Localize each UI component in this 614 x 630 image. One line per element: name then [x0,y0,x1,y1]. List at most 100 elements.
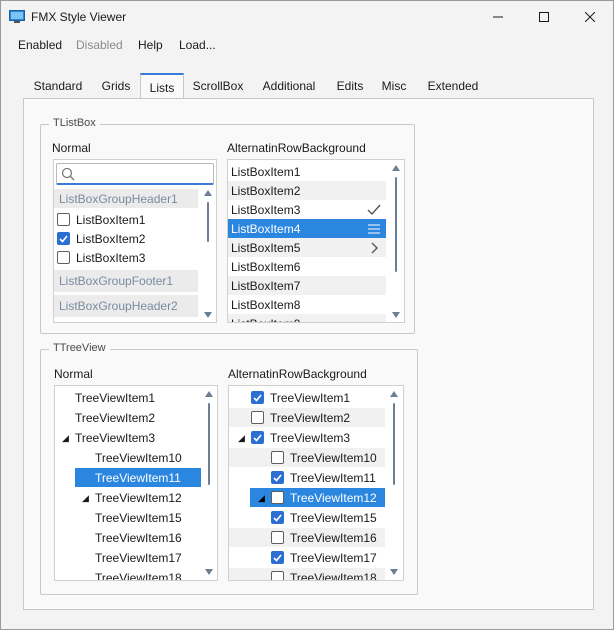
tree-item[interactable]: TreeViewItem10 [229,448,385,467]
checkbox-checked[interactable] [271,551,284,564]
tree-item[interactable]: TreeViewItem10 [55,448,201,467]
checkbox-checked[interactable] [251,431,264,444]
tree-item[interactable]: ◢ TreeViewItem3 [229,428,385,447]
close-button[interactable] [567,1,613,33]
treeview-normal-label: Normal [54,367,93,381]
tab-edits[interactable]: Edits [331,73,369,99]
checkmark-icon [253,434,262,442]
expand-triangle-icon[interactable]: ◢ [62,433,69,444]
menu-icon [368,224,380,234]
scroll-thumb[interactable] [208,403,210,485]
listbox-normal-scrollbar[interactable] [204,190,212,320]
tree-item[interactable]: TreeViewItem18 [229,568,385,580]
menu-disabled: Disabled [76,38,123,52]
checkbox-checked[interactable] [57,232,70,245]
listbox-item[interactable]: ListBoxItem8 [228,295,386,314]
ttreeview-group-title: TTreeView [49,342,110,354]
treeview-alt-label: AlternatinRowBackground [228,367,367,381]
tree-item[interactable]: TreeViewItem17 [229,548,385,567]
scroll-up-icon [392,165,400,171]
tab-standard[interactable]: Standard [27,73,89,99]
tree-item[interactable]: TreeViewItem15 [55,508,201,527]
listbox-alternating[interactable]: ListBoxItem1 ListBoxItem2 ListBoxItem3 L… [227,159,405,323]
listbox-item[interactable]: ListBoxItem7 [228,276,386,295]
tree-item-label: TreeViewItem16 [290,531,377,545]
listbox-item[interactable]: ListBoxItem2 [54,229,198,248]
tree-item[interactable]: TreeViewItem2 [55,408,201,427]
tree-item-selected[interactable]: TreeViewItem11 [75,468,201,487]
tree-item[interactable]: TreeViewItem1 [229,388,385,407]
listbox-item[interactable]: ListBoxItem5 [228,238,386,257]
treeview-normal-scrollbar[interactable] [205,391,213,577]
expand-triangle-icon[interactable]: ◢ [238,433,245,444]
listbox-item[interactable]: ListBoxItem2 [228,181,386,200]
checkbox[interactable] [271,451,284,464]
tree-item-label: TreeViewItem15 [290,511,377,525]
tree-item-label: TreeViewItem10 [290,451,377,465]
listbox-item-selected[interactable]: ListBoxItem4 [228,219,386,238]
checkbox-checked[interactable] [271,511,284,524]
checkbox[interactable] [251,411,264,424]
expand-triangle-icon[interactable]: ◢ [258,493,265,504]
listbox-item-label: ListBoxItem1 [76,213,146,227]
treeview-alt-scrollbar[interactable] [390,391,398,577]
listbox-alt-label: AlternatinRowBackground [227,141,366,155]
tree-item[interactable]: TreeViewItem11 [229,468,385,487]
scroll-thumb[interactable] [207,202,209,242]
tree-item[interactable]: TreeViewItem17 [55,548,201,567]
tree-item[interactable]: ◢ TreeViewItem3 [55,428,201,447]
checkbox[interactable] [57,213,70,226]
listbox-item[interactable]: ListBoxItem3 [54,248,198,267]
listbox-item[interactable]: ListBoxItem3 [228,200,386,219]
tab-grids[interactable]: Grids [94,73,138,99]
tab-additional[interactable]: Additional [255,73,323,99]
checkbox[interactable] [57,251,70,264]
listbox-normal-label: Normal [52,141,91,155]
listbox-item[interactable]: ListBoxItem1 [228,162,386,181]
checkbox-checked[interactable] [271,471,284,484]
scroll-down-icon [392,312,400,318]
ttreeview-groupbox: TTreeView Normal AlternatinRowBackground… [40,342,418,595]
tree-item[interactable]: TreeViewItem2 [229,408,385,427]
scroll-thumb[interactable] [395,177,397,272]
menu-enabled[interactable]: Enabled [18,38,62,52]
scroll-thumb[interactable] [393,403,395,485]
tab-lists[interactable]: Lists [140,73,184,99]
search-input[interactable] [56,163,214,185]
maximize-button[interactable] [521,1,567,33]
listbox-item[interactable]: ListBoxItem1 [54,210,198,229]
menu-help[interactable]: Help [138,38,163,52]
listbox-normal[interactable]: ListBoxGroupHeader1 ListBoxItem1 ListBox… [53,159,217,323]
tab-scrollbox[interactable]: ScrollBox [187,73,249,99]
tree-item[interactable]: TreeViewItem15 [229,508,385,527]
tlistbox-group-title: TListBox [49,117,100,129]
treeview-alternating[interactable]: TreeViewItem1 TreeViewItem2 ◢ TreeViewIt… [228,385,404,581]
checkbox[interactable] [271,531,284,544]
tree-item[interactable]: ◢ TreeViewItem12 [55,488,201,507]
menu-load[interactable]: Load... [179,38,216,52]
listbox-item[interactable]: ListBoxItem9 [228,314,386,322]
tree-item-selected[interactable]: ◢ TreeViewItem12 [250,488,385,507]
tree-item[interactable]: TreeViewItem18 [55,568,201,580]
tab-misc[interactable]: Misc [377,73,411,99]
tree-item-label: TreeViewItem1 [270,391,351,405]
tree-item[interactable]: TreeViewItem16 [229,528,385,547]
tree-item-label: TreeViewItem11 [290,471,376,485]
minimize-button[interactable] [475,1,521,33]
app-icon [9,10,25,23]
tree-item[interactable]: TreeViewItem1 [55,388,201,407]
chevron-right-icon [371,242,378,254]
tree-item-label: TreeViewItem17 [290,551,377,565]
listbox-alt-scrollbar[interactable] [392,165,400,320]
tree-item-label: TreeViewItem3 [270,431,351,445]
tree-item[interactable]: TreeViewItem16 [55,528,201,547]
listbox-item[interactable]: ListBoxItem6 [228,257,386,276]
treeview-normal[interactable]: TreeViewItem1 TreeViewItem2 ◢ TreeViewIt… [54,385,218,581]
listbox-group-footer: ListBoxGroupFooter1 [54,270,198,292]
title-bar[interactable]: FMX Style Viewer [1,1,613,33]
checkbox[interactable] [271,571,284,580]
expand-triangle-icon[interactable]: ◢ [82,493,89,504]
tab-extended[interactable]: Extended [420,73,486,99]
checkbox-checked[interactable] [251,391,264,404]
checkbox[interactable] [271,491,284,504]
